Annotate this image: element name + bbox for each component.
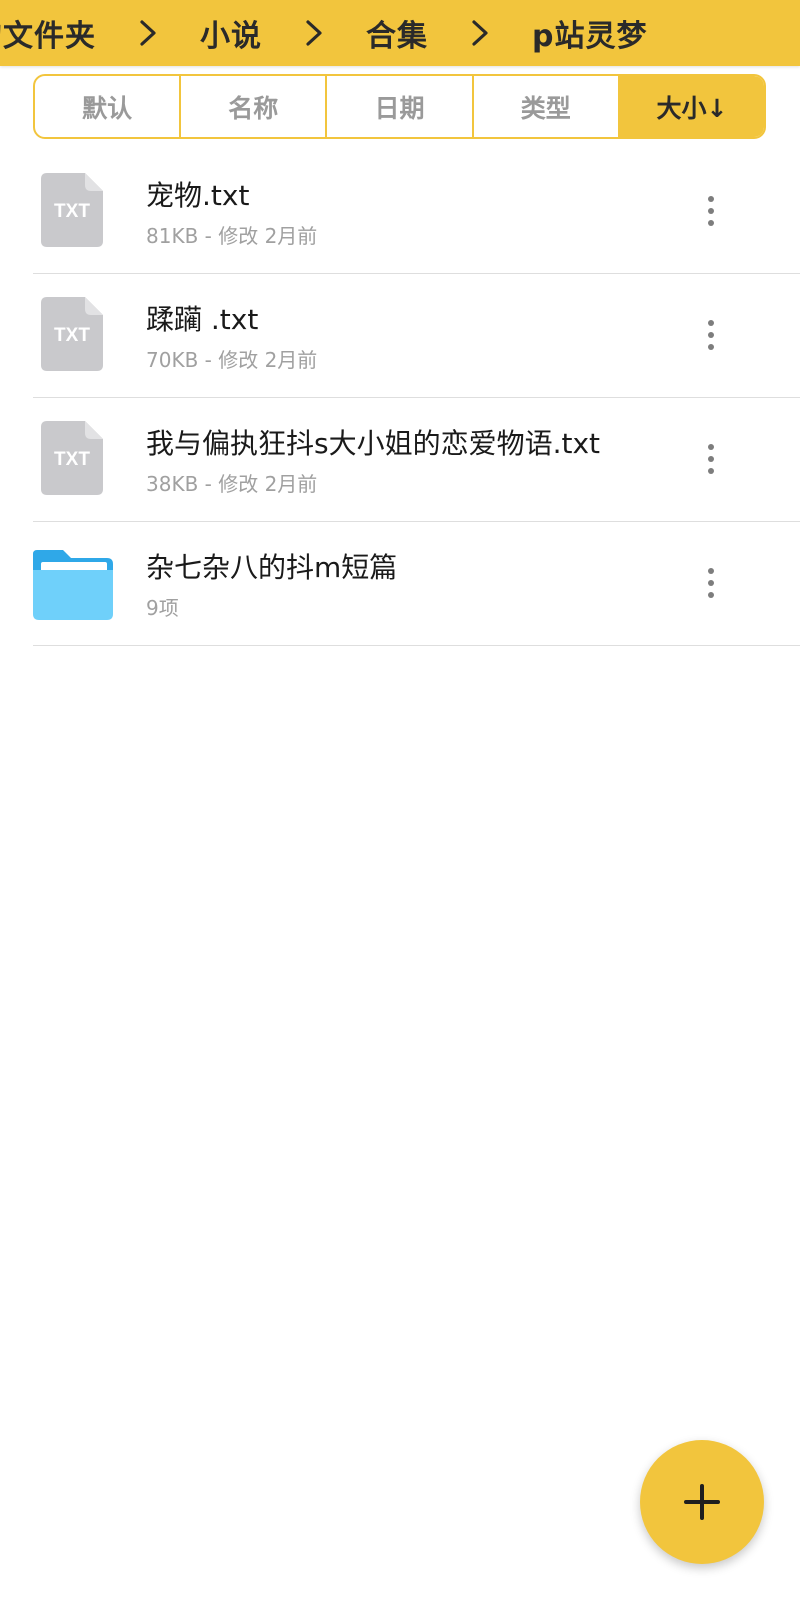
more-options-button[interactable] <box>693 558 729 608</box>
txt-file-icon: TXT <box>41 173 103 247</box>
chevron-right-icon <box>118 0 178 66</box>
more-options-button[interactable] <box>693 186 729 236</box>
sort-tab-type[interactable]: 类型 <box>474 76 620 137</box>
file-name: 我与偏执狂抖s大小姐的恋爱物语.txt <box>146 427 601 460</box>
file-type-label: TXT <box>54 325 90 346</box>
sort-tab-size[interactable]: 大小↓ <box>619 76 764 137</box>
file-meta: 70KB - 修改 2月前 <box>146 348 318 372</box>
more-options-button[interactable] <box>693 310 729 360</box>
breadcrumb-item-current[interactable]: p站灵梦 <box>532 11 647 55</box>
sort-tab-default[interactable]: 默认 <box>35 76 182 137</box>
list-item[interactable]: TXT 宠物.txt 81KB - 修改 2月前 <box>33 150 800 274</box>
txt-file-icon: TXT <box>41 297 103 371</box>
add-button[interactable] <box>640 1440 764 1564</box>
breadcrumb-item-collection[interactable]: 合集 <box>366 11 428 55</box>
file-name: 蹂躏 .txt <box>146 303 259 336</box>
sort-tab-date[interactable]: 日期 <box>327 76 474 137</box>
list-item[interactable]: 杂七杂八的抖m短篇 9项 <box>33 522 800 646</box>
file-manager-screen: 的文件夹 小说 合集 p站灵梦 默认 名称 日期 类型 大小↓ <box>0 0 800 1599</box>
breadcrumb: 的文件夹 小说 合集 p站灵梦 <box>0 0 800 66</box>
breadcrumb-item-novels[interactable]: 小说 <box>200 11 262 55</box>
more-options-button[interactable] <box>693 434 729 484</box>
txt-file-icon: TXT <box>41 421 103 495</box>
chevron-right-icon <box>284 0 344 66</box>
file-meta: 81KB - 修改 2月前 <box>146 224 318 248</box>
file-type-label: TXT <box>54 201 90 222</box>
chevron-right-icon <box>450 0 510 66</box>
more-vert-icon <box>708 196 714 202</box>
sort-tabs: 默认 名称 日期 类型 大小↓ <box>33 74 766 139</box>
breadcrumb-track: 的文件夹 小说 合集 p站灵梦 <box>0 0 647 66</box>
file-type-label: TXT <box>54 449 90 470</box>
file-list: TXT 宠物.txt 81KB - 修改 2月前 TXT 蹂躏 .txt 70K… <box>33 150 800 646</box>
sort-tab-name[interactable]: 名称 <box>181 76 328 137</box>
plus-icon <box>684 1484 720 1520</box>
file-name: 宠物.txt <box>146 179 250 212</box>
folder-name: 杂七杂八的抖m短篇 <box>146 551 398 584</box>
list-item[interactable]: TXT 蹂躏 .txt 70KB - 修改 2月前 <box>33 274 800 398</box>
breadcrumb-item-parent[interactable]: 的文件夹 <box>0 11 96 55</box>
more-vert-icon <box>708 568 714 574</box>
more-vert-icon <box>708 444 714 450</box>
more-vert-icon <box>708 320 714 326</box>
file-meta: 38KB - 修改 2月前 <box>146 472 318 496</box>
folder-icon <box>33 550 113 620</box>
folder-item-count: 9项 <box>146 596 179 620</box>
list-item[interactable]: TXT 我与偏执狂抖s大小姐的恋爱物语.txt 38KB - 修改 2月前 <box>33 398 800 522</box>
